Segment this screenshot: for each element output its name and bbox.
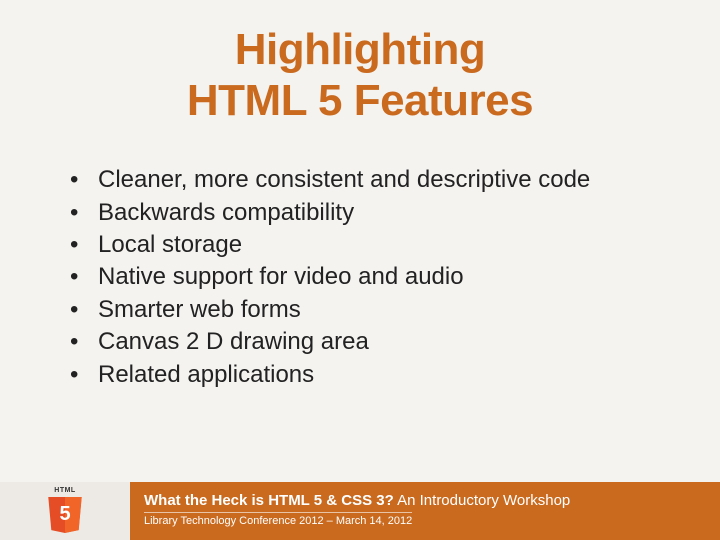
logo-cell: HTML 5 [0,482,130,540]
footer-title: What the Heck is HTML 5 & CSS 3? An Intr… [144,492,706,510]
slide-title: Highlighting HTML 5 Features [40,25,680,126]
logo-label: HTML [46,487,84,494]
footer: HTML 5 What the Heck is HTML 5 & CSS 3? … [0,482,720,540]
footer-title-bold: What the Heck is HTML 5 & CSS 3? [144,492,394,509]
title-line-2: HTML 5 Features [187,76,533,125]
list-item: Related applications [70,359,680,391]
html5-logo-icon: HTML 5 [46,489,84,533]
list-item: Smarter web forms [70,294,680,326]
footer-title-rest: An Introductory Workshop [394,492,570,509]
slide: Highlighting HTML 5 Features Cleaner, mo… [0,0,720,540]
title-line-1: Highlighting [235,25,486,74]
list-item: Local storage [70,229,680,261]
logo-number: 5 [46,503,84,526]
list-item: Native support for video and audio [70,261,680,293]
bullet-list: Cleaner, more consistent and descriptive… [40,164,680,391]
list-item: Cleaner, more consistent and descriptive… [70,164,680,196]
list-item: Canvas 2 D drawing area [70,326,680,358]
footer-text: What the Heck is HTML 5 & CSS 3? An Intr… [130,482,720,540]
footer-subtitle: Library Technology Conference 2012 – Mar… [144,512,412,527]
list-item: Backwards compatibility [70,197,680,229]
